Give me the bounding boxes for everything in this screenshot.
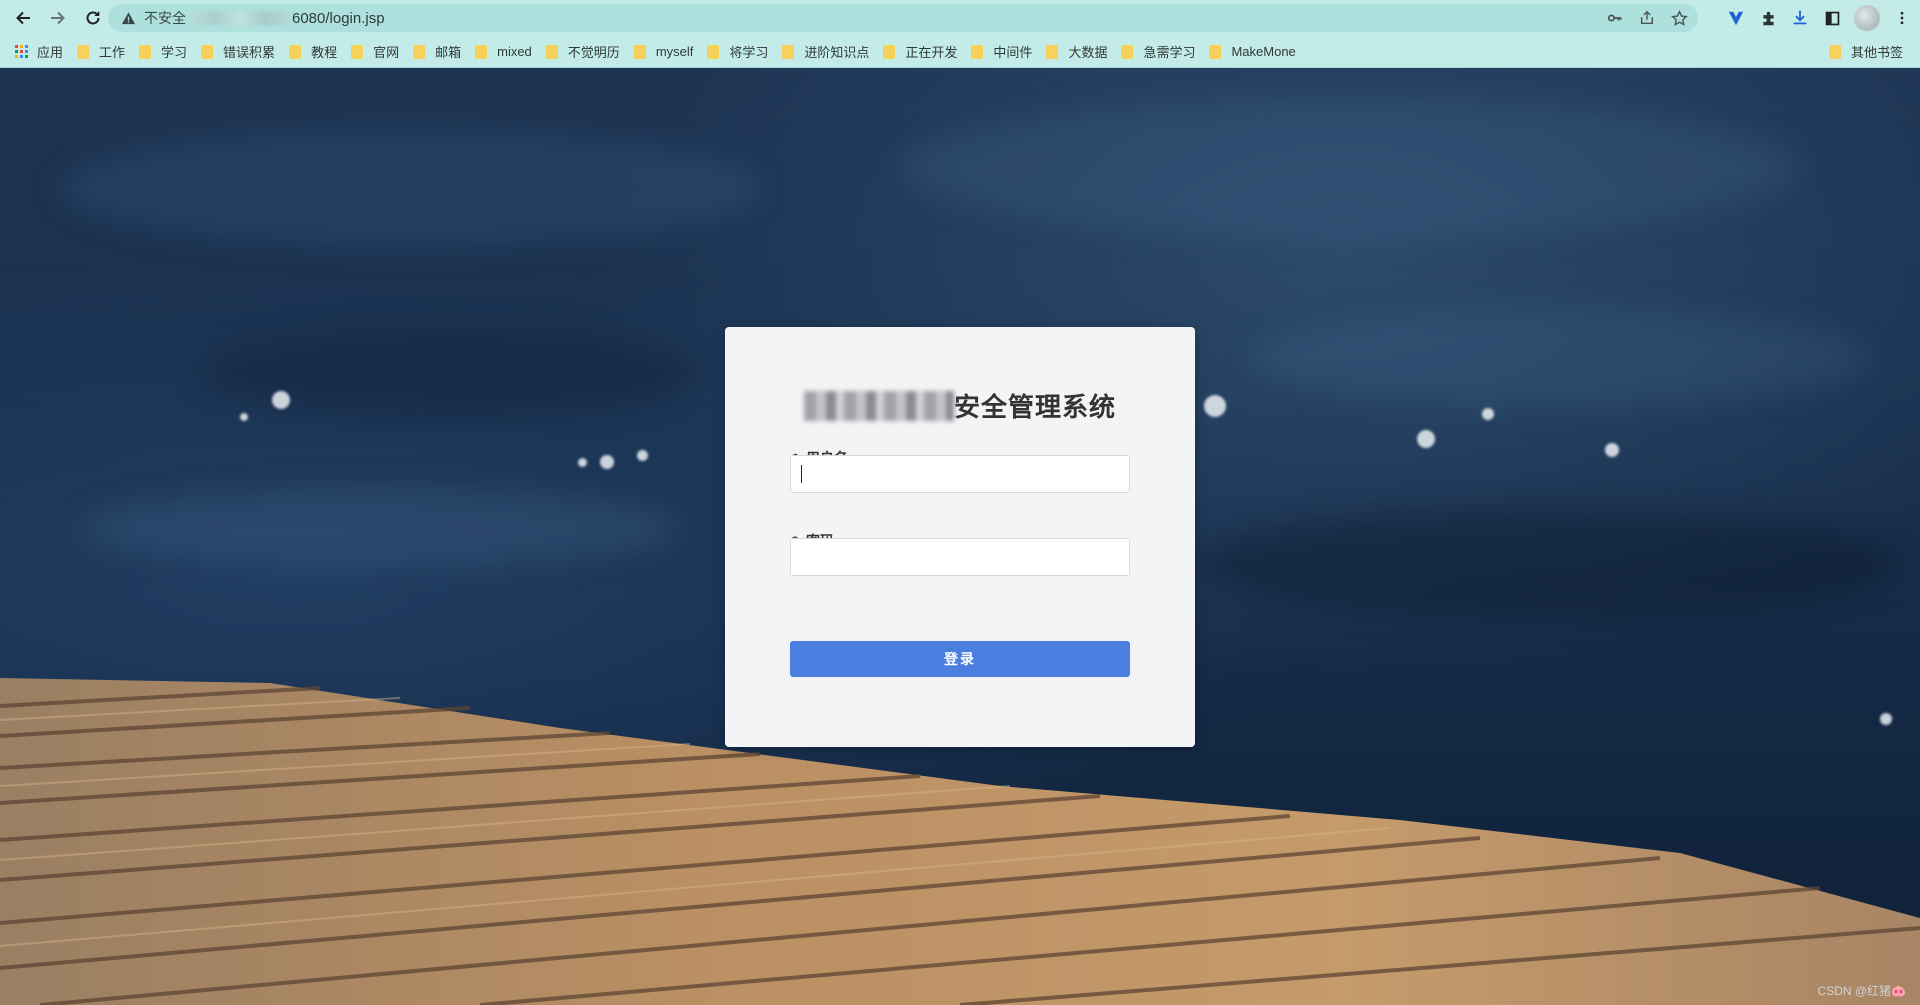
bookmark-label: 应用 [37, 45, 64, 60]
url-text: 6080/login.jsp [292, 9, 385, 27]
bookmark-folder[interactable]: 工作 [70, 40, 132, 64]
bookmark-label: 正在开发 [905, 45, 958, 60]
folder-icon [289, 44, 302, 59]
puzzle-icon[interactable] [1758, 8, 1778, 28]
text-caret [801, 465, 802, 483]
folder-icon [139, 44, 152, 59]
omnibox-actions [1606, 4, 1688, 32]
folder-icon [782, 44, 795, 59]
login-card: 安全管理系统 用户名: 密码: 登录 [725, 327, 1195, 747]
bookmark-label: 邮箱 [435, 45, 462, 60]
bookmark-label: 大数据 [1068, 45, 1108, 60]
bookmark-folder[interactable]: 官网 [344, 40, 406, 64]
bookmark-folder[interactable]: 学习 [132, 40, 194, 64]
folder-icon [633, 44, 646, 59]
bookmark-label: 错误积累 [223, 45, 276, 60]
apps-grid-icon [15, 44, 29, 59]
watermark: CSDN @红猪🐽 [1817, 984, 1906, 998]
bookmark-label: mixed [497, 44, 532, 59]
redacted-system-name [803, 390, 954, 421]
bookmark-folder[interactable]: mixed [468, 40, 539, 64]
bookmark-other[interactable]: 其他书签 [1822, 40, 1910, 64]
security-label: 不安全 [144, 10, 186, 26]
folder-icon [545, 44, 558, 59]
bookmark-folder[interactable]: 不觉明历 [539, 40, 627, 64]
folder-icon [77, 44, 90, 59]
bookmark-folder[interactable]: 大数据 [1039, 40, 1114, 64]
bookmark-folder[interactable]: 教程 [282, 40, 344, 64]
bookmark-label: 教程 [311, 45, 338, 60]
username-input[interactable] [790, 455, 1130, 493]
password-input[interactable] [790, 538, 1130, 576]
bookmarks-bar: 应用 工作 学习 错误积累 教程 官网 邮箱 mixed 不觉明历 myself 将学习 进阶知识点… [0, 36, 1920, 68]
bookmark-folder[interactable]: 错误积累 [194, 40, 282, 64]
redacted-host [190, 11, 290, 25]
address-bar[interactable]: 不安全 6080/login.jsp [108, 4, 1698, 32]
folder-icon [883, 44, 896, 59]
bookmark-label: MakeMone [1231, 44, 1296, 59]
bookmark-folder[interactable]: 进阶知识点 [775, 40, 876, 64]
folder-icon [1828, 44, 1841, 59]
back-arrow-icon[interactable] [8, 3, 38, 33]
page-title: 安全管理系统 [953, 392, 1116, 422]
bookmark-label: 进阶知识点 [804, 45, 870, 60]
profile-avatar[interactable] [1854, 5, 1880, 31]
bookmark-label: myself [655, 44, 694, 59]
bookmark-label: 其他书签 [1850, 45, 1903, 60]
extensions-area [1726, 4, 1912, 32]
bookmark-label: 官网 [373, 45, 400, 60]
side-panel-icon[interactable] [1822, 8, 1842, 28]
bookmark-star-icon[interactable] [1670, 9, 1688, 27]
share-icon[interactable] [1638, 9, 1656, 27]
bookmark-label: 将学习 [729, 45, 769, 60]
folder-icon [413, 44, 426, 59]
bookmark-folder[interactable]: 急需学习 [1114, 40, 1202, 64]
kebab-menu-icon[interactable] [1892, 8, 1912, 28]
bookmark-folder[interactable]: 将学习 [700, 40, 775, 64]
folder-icon [1209, 44, 1222, 59]
system-title: 安全管理系统 [725, 387, 1195, 424]
forward-arrow-icon[interactable] [43, 3, 73, 33]
folder-icon [707, 44, 720, 59]
vue-devtools-icon[interactable] [1726, 8, 1746, 28]
download-icon[interactable] [1790, 8, 1810, 28]
bookmark-folder[interactable]: 正在开发 [876, 40, 964, 64]
bookmark-folder[interactable]: 中间件 [964, 40, 1039, 64]
bookmark-label: 学习 [161, 45, 188, 60]
page-background: 安全管理系统 用户名: 密码: 登录 CSDN @红猪🐽 [0, 68, 1920, 1005]
folder-icon [1046, 44, 1059, 59]
bookmark-apps[interactable]: 应用 [8, 40, 70, 64]
folder-icon [201, 44, 214, 59]
login-button[interactable]: 登录 [790, 641, 1130, 677]
bookmark-folders: 工作 学习 错误积累 教程 官网 邮箱 mixed 不觉明历 myself 将学习 进阶知识点 正在开… [70, 40, 1303, 64]
folder-icon [971, 44, 984, 59]
bookmark-folder[interactable]: 邮箱 [406, 40, 468, 64]
bookmark-folder[interactable]: MakeMone [1202, 40, 1302, 64]
bookmark-label: 不觉明历 [567, 45, 620, 60]
bookmark-label: 工作 [99, 45, 126, 60]
bookmark-folder[interactable]: myself [627, 40, 701, 64]
browser-toolbar: 不安全 6080/login.jsp [0, 0, 1920, 36]
folder-icon [475, 44, 488, 59]
key-icon[interactable] [1606, 9, 1624, 27]
folder-icon [1121, 44, 1134, 59]
folder-icon [351, 44, 364, 59]
reload-icon[interactable] [78, 3, 108, 33]
warning-triangle-icon[interactable] [120, 10, 136, 26]
bookmark-label: 急需学习 [1143, 45, 1196, 60]
bookmark-label: 中间件 [993, 45, 1033, 60]
